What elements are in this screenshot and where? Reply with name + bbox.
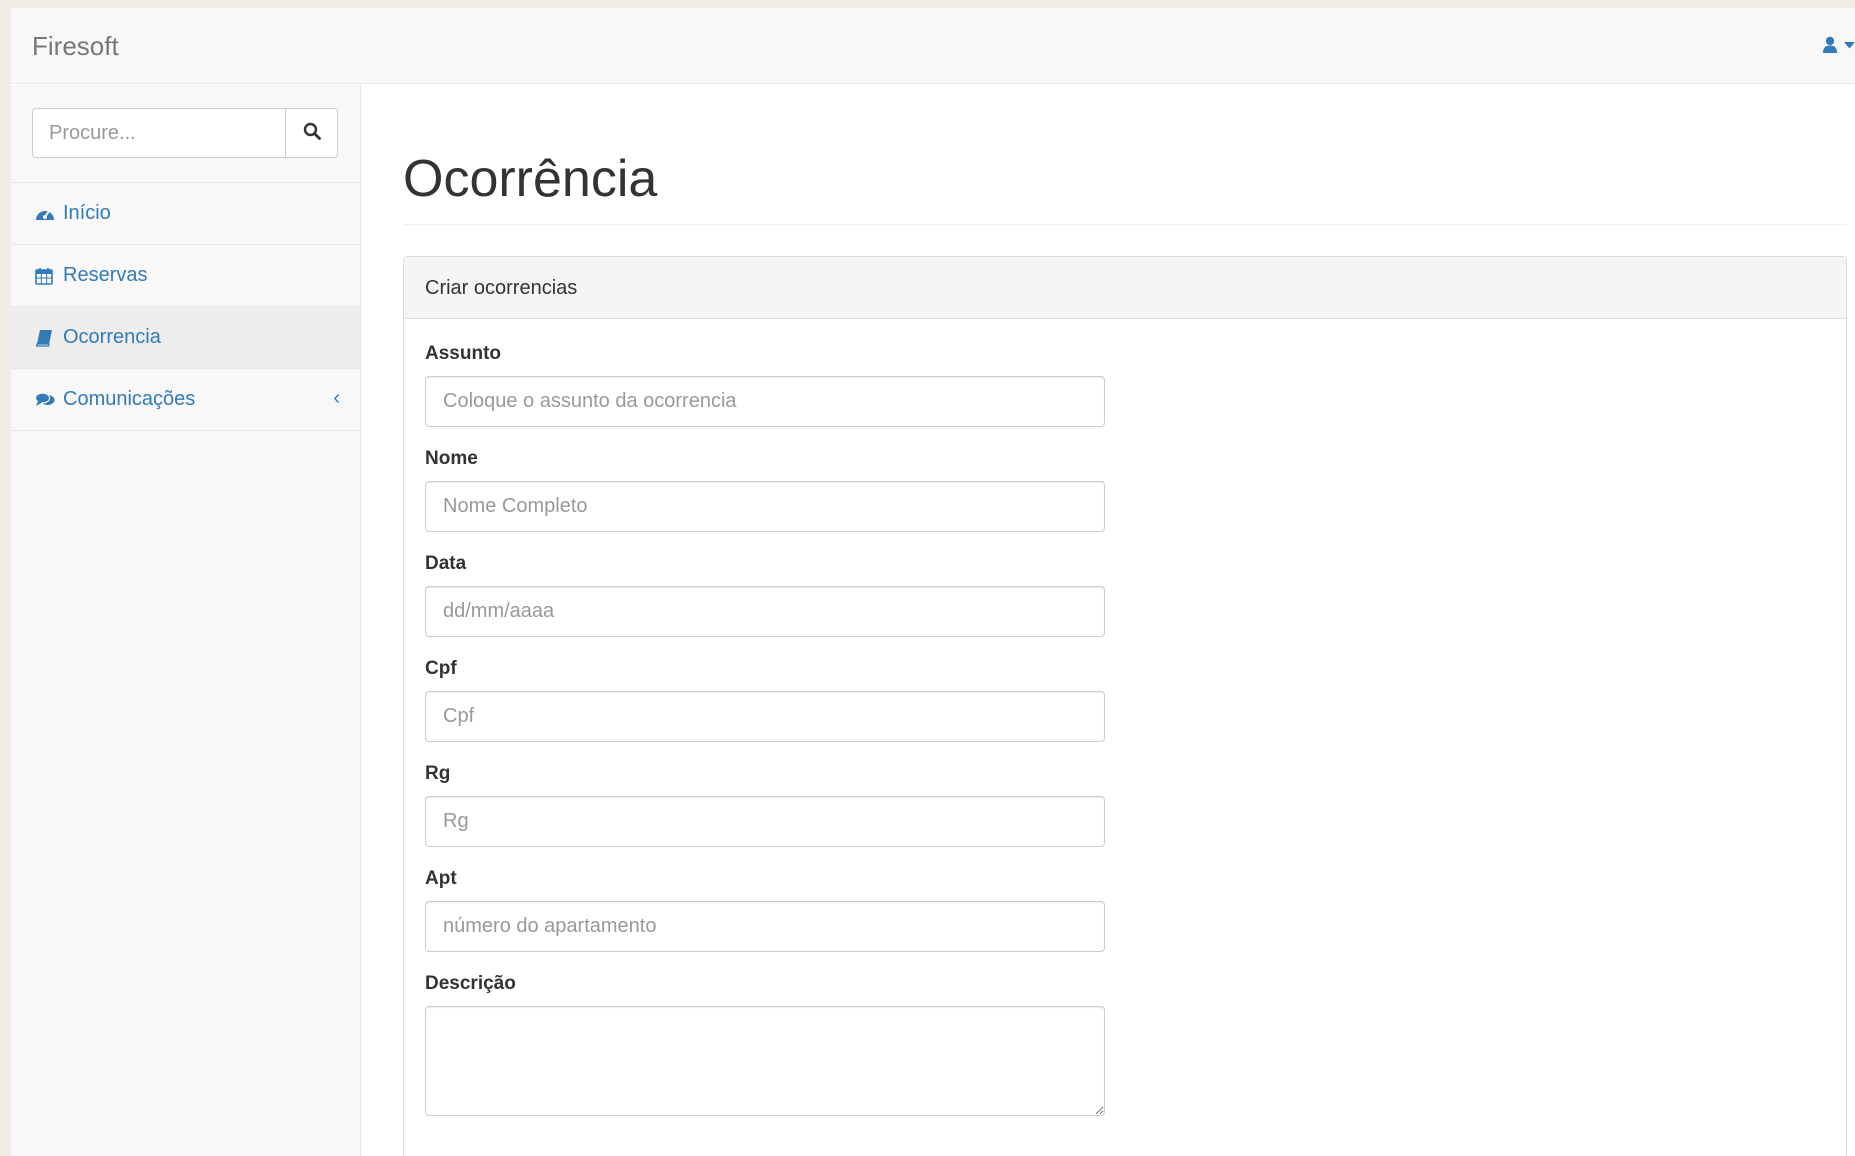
calendar-icon [35, 265, 57, 287]
caret-down-icon [1844, 41, 1855, 49]
field-group-cpf: Cpf [425, 658, 1825, 742]
sidebar-item-label: Ocorrencia [63, 326, 161, 348]
brand-link[interactable]: Firesoft [32, 31, 119, 62]
sidebar-item-ocorrencia[interactable]: Ocorrencia [11, 307, 360, 369]
rg-label: Rg [425, 763, 451, 784]
descricao-label: Descrição [425, 973, 516, 994]
search-button[interactable] [285, 108, 338, 158]
nome-input[interactable] [425, 481, 1105, 532]
field-group-rg: Rg [425, 763, 1825, 847]
assunto-input[interactable] [425, 376, 1105, 427]
chevron-left-icon: ‹ [333, 387, 340, 409]
field-group-apt: Apt [425, 868, 1825, 952]
descricao-textarea[interactable] [425, 1006, 1105, 1116]
page-title: Ocorrência [403, 150, 658, 208]
apt-label: Apt [425, 868, 457, 889]
sidebar-item-reservas[interactable]: Reservas [11, 245, 360, 307]
app-window: Firesoft Procure... Início Reservas Ocor… [11, 8, 1855, 1156]
data-label: Data [425, 553, 467, 574]
nome-label: Nome [425, 448, 478, 469]
sidebar-item-inicio[interactable]: Início [11, 183, 360, 245]
sidebar: Início Reservas [11, 85, 361, 1156]
comments-icon [35, 389, 57, 411]
dashboard-icon [35, 203, 57, 225]
cpf-label: Cpf [425, 658, 457, 679]
cpf-input[interactable] [425, 691, 1105, 742]
search-input[interactable] [32, 108, 285, 158]
sidebar-item-label: Comunicações [63, 388, 196, 410]
user-menu-toggle[interactable] [1822, 36, 1855, 54]
field-group-descricao: Descrição [425, 973, 1825, 1121]
field-group-data: Data [425, 553, 1825, 637]
sidebar-item-label: Início [63, 202, 111, 224]
sidebar-item-comunicacoes[interactable]: Comunicações ‹ [11, 369, 360, 431]
sidebar-search [11, 85, 360, 183]
panel-heading: Criar ocorrencias [404, 257, 1846, 319]
assunto-label: Assunto [425, 343, 501, 364]
apt-input[interactable] [425, 901, 1105, 952]
occurrence-form: Assunto Nome Data Cpf Rg [404, 319, 1846, 1121]
data-input[interactable] [425, 586, 1105, 637]
title-divider [403, 224, 1847, 225]
field-group-assunto: Assunto [425, 343, 1825, 427]
top-navbar: Firesoft [11, 8, 1855, 84]
field-group-nome: Nome [425, 448, 1825, 532]
book-icon [35, 327, 57, 349]
sidebar-item-label: Reservas [63, 264, 148, 286]
rg-input[interactable] [425, 796, 1105, 847]
create-occurrence-panel: Criar ocorrencias Assunto Nome Data Cpf [403, 256, 1847, 1156]
user-icon [1822, 36, 1838, 54]
search-icon [303, 122, 321, 145]
